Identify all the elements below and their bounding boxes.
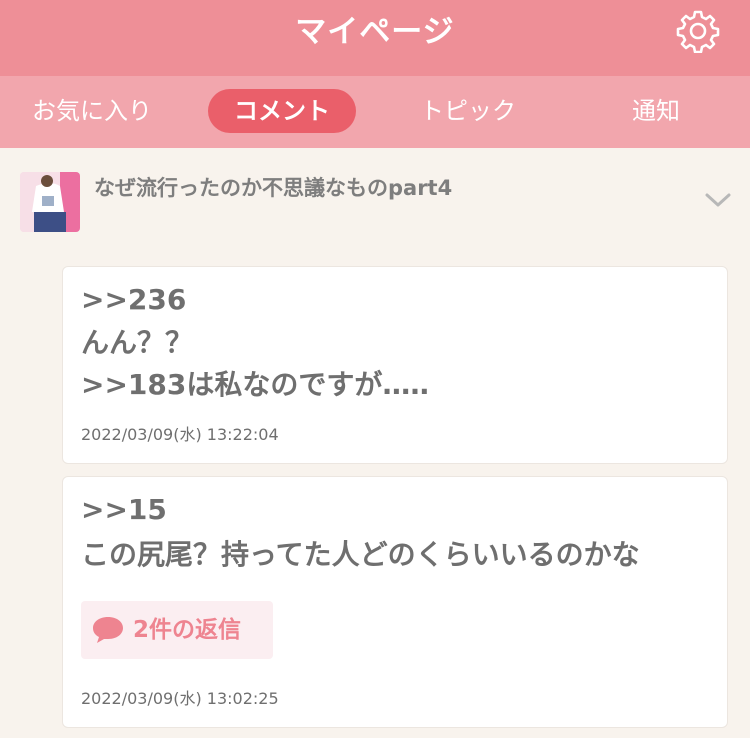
tab-comments[interactable]: コメント	[208, 89, 356, 133]
tab-favorites[interactable]: お気に入り	[22, 89, 162, 133]
topic-header[interactable]: なぜ流行ったのか不思議なものpart4	[0, 148, 750, 248]
comment-card[interactable]: >>236 んん？？ >>183は私なのですが‥… 2022/03/09(水) …	[62, 266, 728, 464]
topic-title: なぜ流行ったのか不思議なものpart4	[94, 176, 453, 200]
comment-card[interactable]: >>15 この尻尾？持ってた人どのくらいいるのかな 2件の返信 2022/03/…	[62, 476, 728, 728]
replies-button[interactable]: 2件の返信	[81, 601, 273, 659]
page-title: マイページ	[295, 14, 455, 50]
speech-bubble-icon	[91, 615, 125, 645]
comment-timestamp: 2022/03/09(水) 13:02:25	[81, 689, 279, 708]
tab-bar: お気に入り コメント トピック 通知	[0, 76, 750, 148]
comment-line: >>15	[81, 493, 167, 526]
replies-count-label: 2件の返信	[133, 617, 242, 643]
gear-icon[interactable]	[676, 9, 720, 54]
comment-line: >>183は私なのですが‥…	[81, 368, 430, 401]
comment-timestamp: 2022/03/09(水) 13:22:04	[81, 425, 279, 444]
comment-line: >>236	[81, 283, 187, 316]
comment-line: この尻尾？持ってた人どのくらいいるのかな	[81, 538, 640, 571]
chevron-down-icon[interactable]	[704, 190, 732, 210]
comment-line: んん？？	[81, 326, 194, 359]
topic-thumbnail	[20, 172, 80, 232]
tab-topics[interactable]: トピック	[402, 89, 534, 133]
app-header: マイページ	[0, 0, 750, 76]
tab-notifications[interactable]: 通知	[610, 89, 702, 133]
